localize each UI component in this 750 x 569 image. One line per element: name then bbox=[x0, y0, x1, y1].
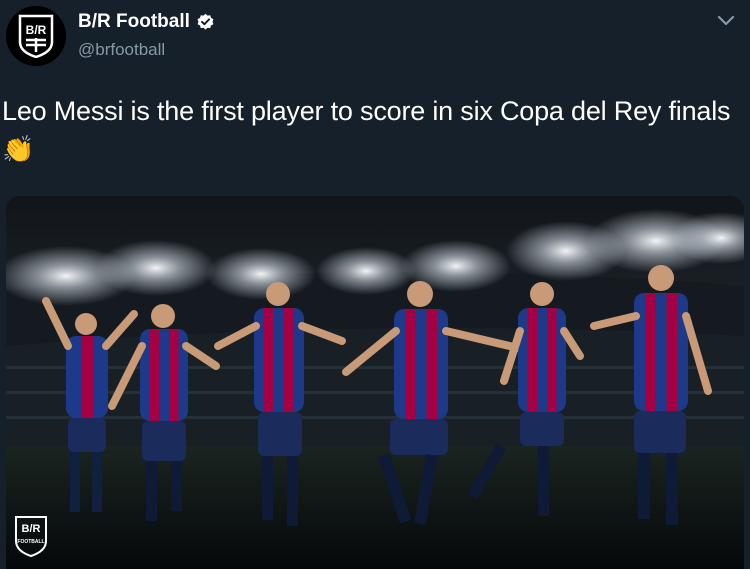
account-handle[interactable]: @brfootball bbox=[78, 40, 165, 60]
tweet-media-image[interactable]: B/R FOOTBALL bbox=[6, 196, 744, 569]
tweet-body: Leo Messi is the first player to score i… bbox=[2, 96, 731, 126]
chevron-down-icon[interactable] bbox=[716, 14, 736, 28]
account-avatar[interactable]: B/R bbox=[6, 6, 66, 66]
tweet-header: B/R B/R Football @brfootball bbox=[0, 0, 750, 80]
messi-celebration-graphic bbox=[6, 196, 744, 569]
avatar-logo-text: B/R bbox=[26, 23, 47, 37]
verified-badge-icon bbox=[197, 13, 214, 30]
br-watermark-logo: B/R FOOTBALL bbox=[15, 516, 47, 557]
tweet-text: Leo Messi is the first player to score i… bbox=[2, 92, 742, 168]
display-name[interactable]: B/R Football bbox=[78, 11, 190, 33]
watermark-text: B/R bbox=[22, 523, 41, 535]
watermark-subtext: FOOTBALL bbox=[17, 539, 44, 545]
name-row: B/R Football bbox=[78, 11, 215, 33]
br-shield-logo: B/R bbox=[18, 14, 54, 58]
clapping-hands-icon: 👏 bbox=[2, 134, 35, 164]
